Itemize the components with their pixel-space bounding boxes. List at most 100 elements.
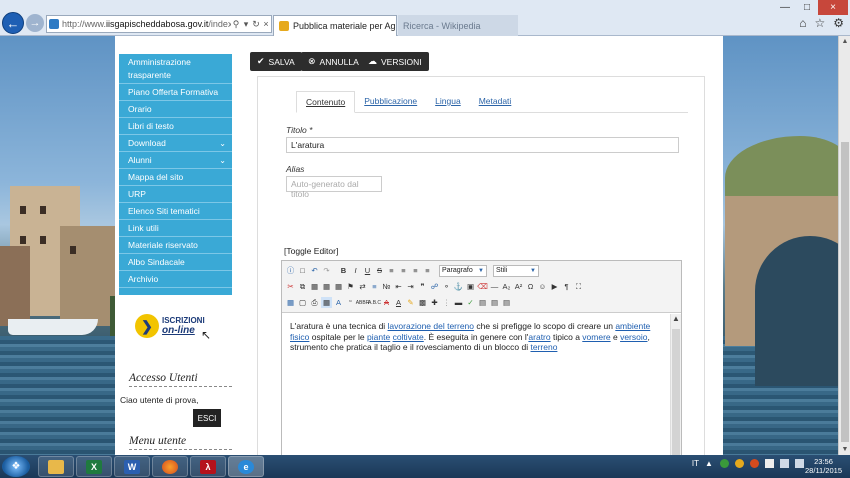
media-icon[interactable]: ▶ bbox=[549, 281, 560, 292]
maximize-icon[interactable]: □ bbox=[796, 0, 818, 15]
back-button[interactable]: ← bbox=[2, 12, 24, 34]
spellcheck-icon[interactable]: ✓ bbox=[465, 297, 476, 308]
shield-icon[interactable] bbox=[720, 459, 729, 468]
dropdown-icon[interactable]: ▾ bbox=[241, 19, 251, 30]
link-icon[interactable]: ☍ bbox=[429, 281, 440, 292]
search-icon[interactable]: ⚲ bbox=[231, 19, 241, 30]
anchor-icon[interactable]: ⚓ bbox=[453, 281, 464, 292]
help-icon[interactable]: ⓘ bbox=[285, 265, 296, 276]
fullscreen-icon[interactable]: ⛶ bbox=[573, 281, 584, 292]
sidebar-item-pof[interactable]: Piano Offerta Formativa bbox=[119, 84, 232, 101]
outdent-icon[interactable]: ⇤ bbox=[393, 281, 404, 292]
move-layer-icon[interactable]: ✚ bbox=[429, 297, 440, 308]
blockquote-icon[interactable]: ❞ bbox=[417, 281, 428, 292]
refresh-icon[interactable]: ↻ bbox=[251, 19, 261, 30]
sidebar-item-link-utili[interactable]: Link utili bbox=[119, 220, 232, 237]
italic-icon[interactable]: I bbox=[350, 265, 361, 276]
nbsp-icon[interactable]: ⋮ bbox=[441, 297, 452, 308]
content-link[interactable]: vomere bbox=[582, 332, 610, 342]
content-link[interactable]: lavorazione del terreno bbox=[388, 321, 474, 331]
paste-icon[interactable]: ▦ bbox=[309, 281, 320, 292]
title-input[interactable]: L'aratura bbox=[286, 137, 679, 153]
ins-icon[interactable]: A bbox=[393, 297, 404, 308]
undo-icon[interactable]: ↶ bbox=[309, 265, 320, 276]
network-icon[interactable] bbox=[780, 459, 789, 468]
scrollbar-thumb[interactable] bbox=[672, 329, 680, 459]
align-right-icon[interactable]: ≡ bbox=[410, 265, 421, 276]
cancel-button[interactable]: ⊗ ANNULLA bbox=[301, 52, 366, 71]
text-style-icon[interactable]: A bbox=[333, 297, 344, 308]
strikethrough-icon[interactable]: S bbox=[374, 265, 385, 276]
subscript-icon[interactable]: A₂ bbox=[501, 281, 512, 292]
home-icon[interactable]: ⌂ bbox=[799, 16, 806, 30]
sidebar-item-orario[interactable]: Orario bbox=[119, 101, 232, 118]
sidebar-item-albo[interactable]: Albo Sindacale bbox=[119, 254, 232, 271]
editor-content[interactable]: L'aratura è una tecnica di lavorazione d… bbox=[290, 321, 662, 353]
sidebar-item-materiale[interactable]: Materiale riservato bbox=[119, 237, 232, 254]
editor-scrollbar[interactable]: ▲ bbox=[670, 314, 681, 461]
content-link[interactable]: terreno bbox=[530, 342, 557, 352]
taskbar-internet-explorer[interactable]: e bbox=[228, 456, 264, 477]
volume-icon[interactable] bbox=[795, 459, 804, 468]
taskbar-acrobat[interactable]: λ bbox=[190, 456, 226, 477]
pagebreak-icon[interactable]: ▤ bbox=[501, 297, 512, 308]
superscript-icon[interactable]: A² bbox=[513, 281, 524, 292]
redo-icon[interactable]: ↷ bbox=[321, 265, 332, 276]
versions-button[interactable]: ☁ VERSIONI bbox=[361, 52, 429, 71]
visual-aid-icon[interactable]: ▦ bbox=[321, 297, 332, 308]
bullet-list-icon[interactable]: ≡ bbox=[369, 281, 380, 292]
taskbar-excel[interactable]: X bbox=[76, 456, 112, 477]
align-justify-icon[interactable]: ≡ bbox=[422, 265, 433, 276]
sidebar-item-urp[interactable]: URP bbox=[119, 186, 232, 203]
replace-icon[interactable]: ⇄ bbox=[357, 281, 368, 292]
del-icon[interactable]: A bbox=[381, 297, 392, 308]
clean-icon[interactable]: ⌫ bbox=[477, 281, 488, 292]
tab-pubblicazione[interactable]: Pubblicazione bbox=[355, 90, 426, 112]
forward-button[interactable]: → bbox=[26, 14, 44, 32]
unlink-icon[interactable]: ⚬ bbox=[441, 281, 452, 292]
abbr-icon[interactable]: ABBR bbox=[356, 297, 370, 308]
close-icon[interactable]: × bbox=[818, 0, 848, 15]
charmap-icon[interactable]: Ω bbox=[525, 281, 536, 292]
acronym-icon[interactable]: A.B.C bbox=[368, 297, 381, 308]
sidebar-item-libri[interactable]: Libri di testo bbox=[119, 118, 232, 135]
tab-contenuto[interactable]: Contenuto bbox=[296, 91, 356, 113]
language-indicator[interactable]: IT bbox=[692, 459, 699, 468]
show-hidden-icon[interactable]: ▲ bbox=[705, 459, 714, 468]
scroll-down-icon[interactable]: ▼ bbox=[839, 446, 850, 453]
clock[interactable]: 23:56 28/11/2015 bbox=[805, 457, 842, 475]
toggle-editor-link[interactable]: [Toggle Editor] bbox=[284, 246, 338, 256]
start-button[interactable]: ❖ bbox=[2, 456, 30, 477]
image-icon[interactable]: ▣ bbox=[465, 281, 476, 292]
align-left-icon[interactable]: ≡ bbox=[386, 265, 397, 276]
template-icon[interactable]: ▢ bbox=[297, 297, 308, 308]
content-link[interactable]: coltivate bbox=[393, 332, 424, 342]
browser-tab-inactive[interactable]: Ricerca - Wikipedia bbox=[398, 15, 518, 36]
emoticon-icon[interactable]: ☺ bbox=[537, 281, 548, 292]
indent-icon[interactable]: ⇥ bbox=[405, 281, 416, 292]
taskbar-word[interactable]: W bbox=[114, 456, 150, 477]
sidebar-item-siti-tematici[interactable]: Elenco Siti tematici bbox=[119, 203, 232, 220]
address-bar[interactable]: http://www.iisgapischeddabosa.gov.it/ind… bbox=[46, 15, 272, 33]
layer-icon[interactable]: ▩ bbox=[417, 297, 428, 308]
align-center-icon[interactable]: ≡ bbox=[398, 265, 409, 276]
numbered-list-icon[interactable]: № bbox=[381, 281, 392, 292]
sidebar-item-download[interactable]: Download ⌄ bbox=[119, 135, 232, 152]
tab-lingua[interactable]: Lingua bbox=[426, 90, 470, 112]
article-icon[interactable]: ▤ bbox=[477, 297, 488, 308]
sidebar-item-mappa[interactable]: Mappa del sito bbox=[119, 169, 232, 186]
flag-icon[interactable] bbox=[765, 459, 774, 468]
table-icon[interactable]: ▦ bbox=[285, 297, 296, 308]
antivirus-icon[interactable] bbox=[750, 459, 759, 468]
scroll-up-icon[interactable]: ▲ bbox=[671, 314, 681, 323]
cite-icon[interactable]: “ bbox=[345, 297, 356, 308]
scroll-up-icon[interactable]: ▲ bbox=[839, 38, 850, 45]
content-link[interactable]: aratro bbox=[528, 332, 550, 342]
sidebar-item-amministrazione[interactable]: Amministrazione trasparente bbox=[119, 54, 232, 84]
taskbar-firefox[interactable] bbox=[152, 456, 188, 477]
content-link[interactable]: piante bbox=[367, 332, 390, 342]
browser-tab-active[interactable]: Pubblica materiale per Agra... × bbox=[273, 15, 397, 36]
style-select[interactable]: Stili ▼ bbox=[493, 264, 539, 277]
favorites-star-icon[interactable]: ☆ bbox=[814, 16, 825, 30]
print-icon[interactable]: ⎙ bbox=[309, 297, 320, 308]
